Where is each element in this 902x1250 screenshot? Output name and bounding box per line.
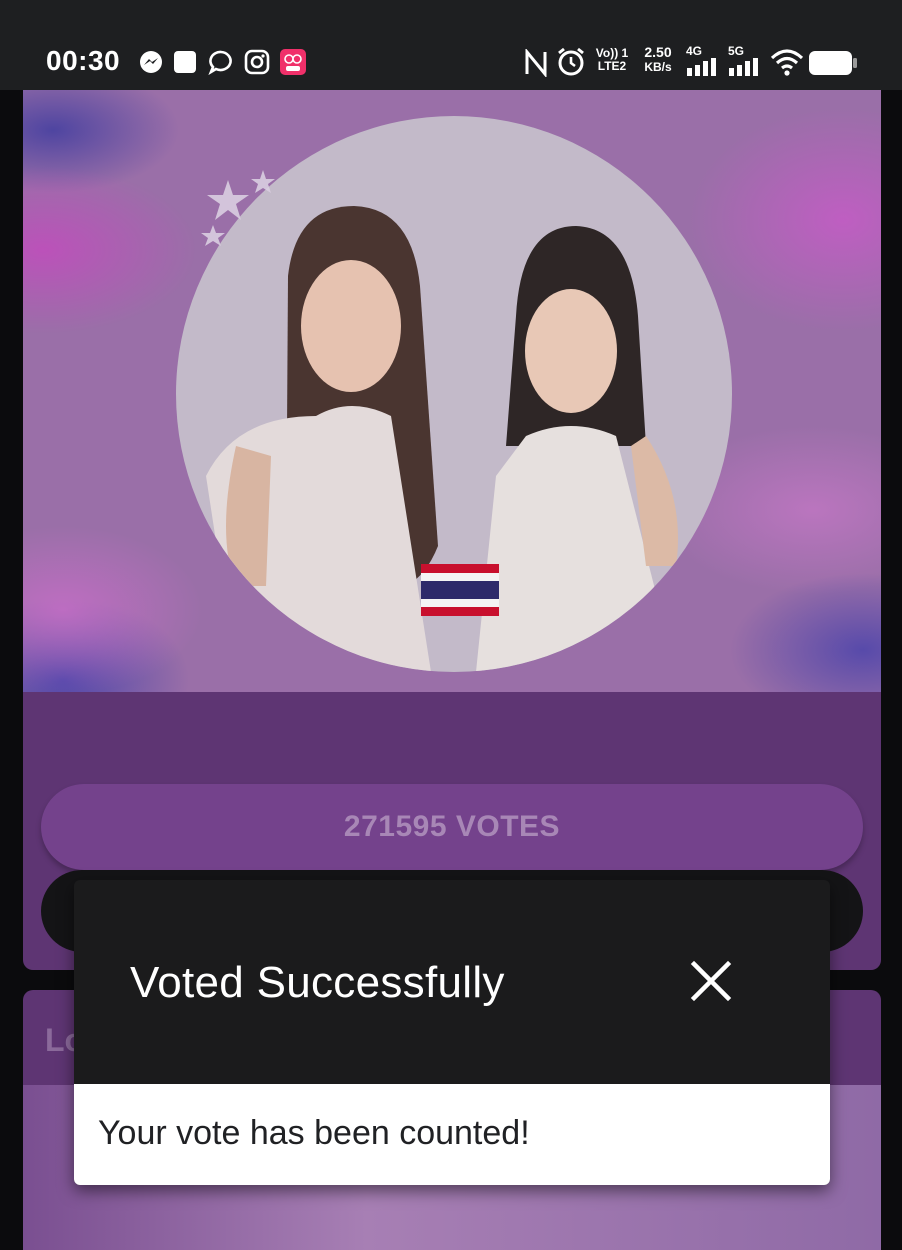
volte-bottom: LTE2 [597,59,627,73]
alarm-icon [558,47,584,76]
square-icon [174,51,196,73]
status-time: 00:30 [46,45,121,76]
signal-bars-2-icon [729,58,758,76]
instagram-icon [244,49,270,75]
network-type-1: 4G [686,44,703,58]
speed-unit: KB/s [644,60,672,74]
messenger-icon [140,51,162,73]
speed-value: 2.50 [644,44,672,60]
vote-count-text: 271595 VOTES [343,810,561,843]
candidate-card: 271595 VOTES [23,90,881,970]
stars-decoration-icon [201,170,275,246]
lazada-icon [280,49,306,75]
network-type-2: 5G [728,44,745,58]
nfc-icon [525,49,547,77]
battery-icon [809,51,857,75]
chat-bubble-icon [208,50,232,75]
vote-count-pill: 271595 VOTES [41,784,863,870]
volte-indicator: Vo)) 1 LTE2 [592,47,632,73]
toast-body: Your vote has been counted! [74,1084,830,1185]
toast-message: Your vote has been counted! [98,1114,530,1152]
vote-success-toast: Voted Successfully Your vote has been co… [74,880,830,1185]
signal-bars-1-icon [687,58,716,76]
network-speed: 2.50 KB/s [638,45,678,75]
toast-title: Voted Successfully [130,958,505,1007]
close-icon[interactable] [686,956,736,1006]
candidate-photo-banner [23,90,881,692]
wifi-icon [770,49,804,76]
status-bar: 00:30 Vo)) 1 LTE2 2.50 KB/s 4G 5G [0,0,902,90]
